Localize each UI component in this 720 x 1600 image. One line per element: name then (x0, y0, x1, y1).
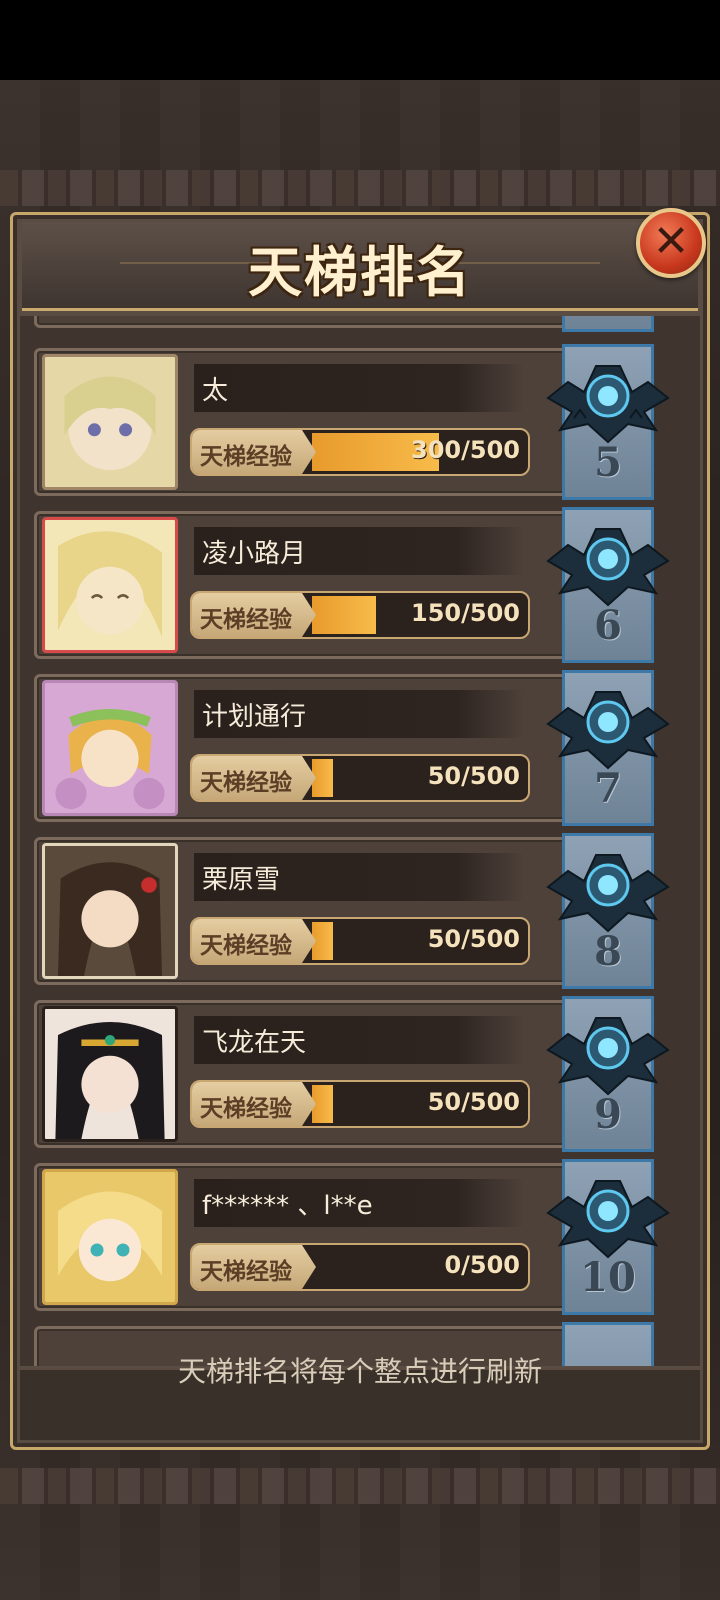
name-bar (194, 364, 524, 412)
ranking-row[interactable]: f****** 、l**e 天梯经验 0/500 10 (34, 1159, 690, 1315)
player-avatar[interactable] (42, 1006, 178, 1142)
player-name: 栗原雪 (202, 865, 281, 895)
ranking-row[interactable]: 凌小路月 天梯经验 150/500 6 (34, 507, 690, 663)
close-icon: ✕ (652, 216, 690, 267)
exp-label-tab: 天梯经验 (192, 919, 316, 963)
exp-label-tab: 天梯经验 (192, 1245, 316, 1289)
exp-value: 300/500 (411, 436, 520, 464)
player-avatar[interactable] (42, 354, 178, 490)
ladder-exp-bar: 天梯经验 0/500 (190, 1243, 530, 1291)
exp-label-tab: 天梯经验 (192, 756, 316, 800)
ranking-row[interactable]: 飞龙在天 天梯经验 50/500 9 (34, 996, 690, 1152)
ladder-exp-bar: 天梯经验 50/500 (190, 1080, 530, 1128)
exp-value: 50/500 (427, 1088, 520, 1116)
rank-badge-icon (544, 1167, 672, 1263)
ranking-list[interactable]: 太 天梯经验 300/500 5 凌小路月 天梯经验 150/500 6 计划通… (20, 316, 700, 1366)
row-background (34, 316, 654, 328)
rank-badge-icon (544, 1004, 672, 1100)
rank-column (562, 316, 654, 332)
status-bar (0, 0, 720, 80)
rank-badge-icon (544, 678, 672, 774)
rank-badge-icon (544, 515, 672, 611)
ranking-row[interactable]: 太 天梯经验 300/500 5 (34, 344, 690, 500)
exp-label: 天梯经验 (200, 769, 292, 796)
ladder-exp-bar: 天梯经验 50/500 (190, 917, 530, 965)
exp-label: 天梯经验 (200, 1095, 292, 1122)
ladder-exp-bar: 天梯经验 300/500 (190, 428, 530, 476)
player-avatar[interactable] (42, 517, 178, 653)
exp-progress-fill (312, 596, 376, 634)
exp-label-tab: 天梯经验 (192, 1082, 316, 1126)
decorative-band-bottom (0, 1468, 720, 1504)
exp-label: 天梯经验 (200, 606, 292, 633)
exp-label-tab: 天梯经验 (192, 593, 316, 637)
rank-badge-icon (544, 352, 672, 448)
exp-label: 天梯经验 (200, 443, 292, 470)
ladder-exp-bar: 天梯经验 150/500 (190, 591, 530, 639)
exp-label: 天梯经验 (200, 1258, 292, 1285)
close-button[interactable]: ✕ (636, 208, 706, 278)
exp-value: 50/500 (427, 925, 520, 953)
player-name: 太 (202, 376, 229, 406)
ladder-exp-bar: 天梯经验 50/500 (190, 754, 530, 802)
rank-badge-icon (544, 841, 672, 937)
ranking-row-partial-top (34, 316, 690, 332)
player-avatar[interactable] (42, 680, 178, 816)
player-avatar[interactable] (42, 1169, 178, 1305)
ranking-row[interactable]: 计划通行 天梯经验 50/500 7 (34, 670, 690, 826)
exp-value: 50/500 (427, 762, 520, 790)
exp-value: 150/500 (411, 599, 520, 627)
player-avatar[interactable] (42, 843, 178, 979)
exp-label-tab: 天梯经验 (192, 430, 316, 474)
decorative-band-top (0, 170, 720, 206)
refresh-notice: 天梯排名将每个整点进行刷新 (177, 1355, 542, 1388)
player-name: 飞龙在天 (202, 1028, 307, 1058)
exp-value: 0/500 (444, 1251, 520, 1279)
page-title: 天梯排名 (248, 240, 472, 304)
player-name: f****** 、l**e (202, 1191, 373, 1221)
player-name: 计划通行 (202, 702, 307, 732)
ranking-row[interactable]: 栗原雪 天梯经验 50/500 8 (34, 833, 690, 989)
exp-label: 天梯经验 (200, 932, 292, 959)
player-name: 凌小路月 (202, 539, 307, 569)
